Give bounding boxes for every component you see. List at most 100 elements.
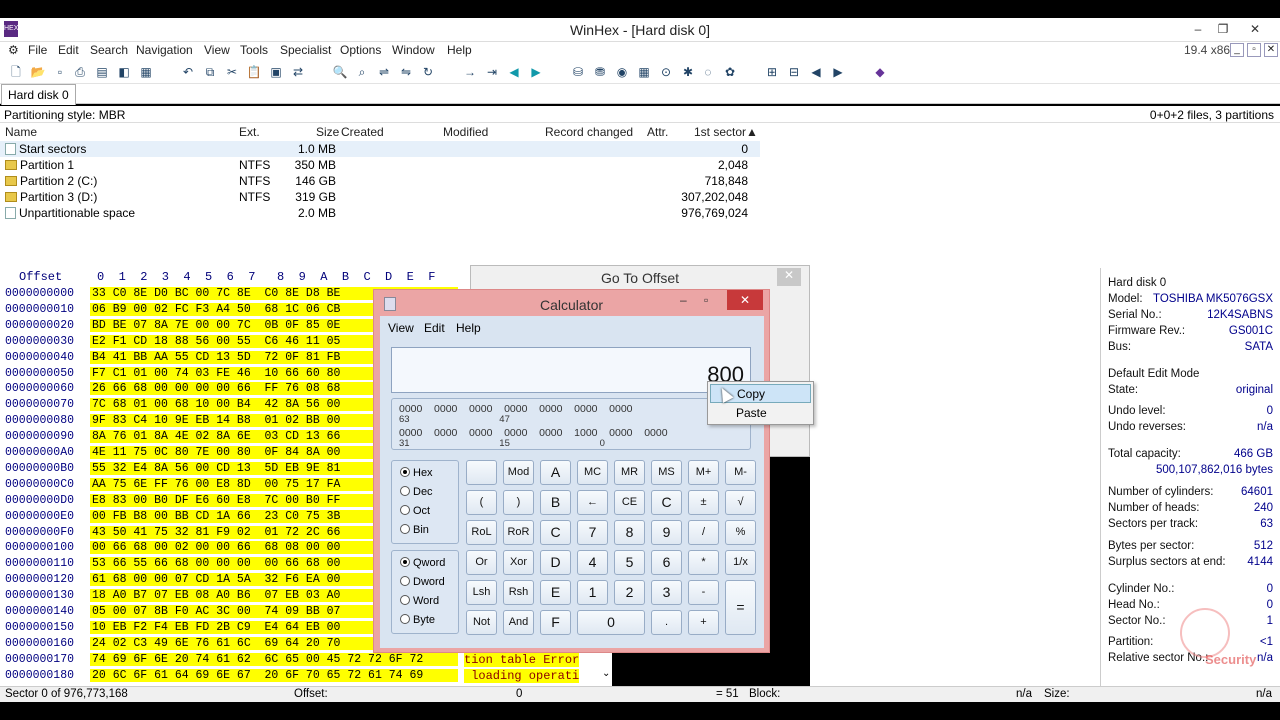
key-not[interactable]: Not [466,610,497,635]
radio-word[interactable]: Word [400,595,439,607]
key-and[interactable]: And [503,610,534,635]
key-sym17[interactable]: √ [725,490,756,515]
mdi-close-button[interactable]: ✕ [1264,43,1278,57]
menu-tools[interactable]: Tools [240,43,268,57]
paste-icon[interactable]: 📋 [246,64,262,80]
key-sym13[interactable]: ← [577,490,608,515]
dropdown-arrow-icon[interactable]: ⌄ [602,668,610,679]
open-folder-icon[interactable]: 📂 [30,64,46,80]
key-f[interactable]: F [540,610,571,635]
list-item[interactable]: Partition 1 NTFS 350 MB 2,048 [0,157,760,173]
key-sym10[interactable]: ( [466,490,497,515]
key-sym55[interactable]: . [651,610,682,635]
menu-window[interactable]: Window [392,43,435,57]
menu-specialist[interactable]: Specialist [280,43,331,57]
key-b[interactable]: B [540,490,571,515]
menu-options[interactable]: Options [340,43,381,57]
key-6[interactable]: 6 [651,550,682,575]
key-sym56[interactable]: + [688,610,719,635]
prev-sector-icon[interactable]: ◀ [808,64,824,80]
key-c[interactable]: C [540,520,571,545]
menu-help[interactable]: Help [447,43,472,57]
hex-row[interactable]: 0000000180 20 6C 6F 61 64 69 6E 67 20 6F … [0,668,470,685]
paste-new-icon[interactable]: ▣ [268,64,284,80]
radio-hex[interactable]: Hex [400,467,433,479]
key-3[interactable]: 3 [651,580,682,605]
plugin-icon[interactable]: ✿ [722,64,738,80]
radio-dec[interactable]: Dec [400,486,433,498]
hash-icon[interactable]: ✱ [680,64,696,80]
key-sym27[interactable]: % [725,520,756,545]
save-icon[interactable]: ▫ [52,64,68,80]
key-c[interactable]: C [651,490,682,515]
menu-icon[interactable]: ⚙ [8,43,19,57]
find-hex-icon[interactable]: ⌕ [354,64,370,80]
key-1x[interactable]: 1/x [725,550,756,575]
goto-offset-icon[interactable]: → [462,64,478,80]
key-blank[interactable] [466,460,497,485]
menu-file[interactable]: File [28,43,47,57]
maximize-button[interactable]: ❐ [1213,20,1233,38]
key-a[interactable]: A [540,460,571,485]
calc-menu-edit[interactable]: Edit [424,321,445,335]
key-4[interactable]: 4 [577,550,608,575]
view-text-icon[interactable]: ⊟ [786,64,802,80]
menu-edit[interactable]: Edit [58,43,79,57]
print-icon[interactable]: ⎙ [72,64,88,80]
key-7[interactable]: 7 [577,520,608,545]
list-item[interactable]: Partition 2 (C:) NTFS 146 GB 718,848 [0,173,760,189]
key-sym46[interactable]: - [688,580,719,605]
goto-sector-icon[interactable]: ⇥ [484,64,500,80]
key-m[interactable]: M+ [688,460,719,485]
menu-navigation[interactable]: Navigation [136,43,193,57]
calc-minimize-button[interactable]: – [680,293,687,307]
undo-icon[interactable]: ↶ [180,64,196,80]
col-first-sector[interactable]: 1st sector▲ [694,125,758,139]
disk-image-icon[interactable]: ◉ [614,64,630,80]
disk-tools-icon[interactable]: ⛁ [570,64,586,80]
key-m[interactable]: M- [725,460,756,485]
key-ror[interactable]: RoR [503,520,534,545]
radio-oct[interactable]: Oct [400,505,430,517]
key-1[interactable]: 1 [577,580,608,605]
find-again-icon[interactable]: ↻ [420,64,436,80]
col-attr[interactable]: Attr. [647,125,668,139]
calc-menu-help[interactable]: Help [456,321,481,335]
key-rsh[interactable]: Rsh [503,580,534,605]
next-sector-icon[interactable]: ▶ [830,64,846,80]
forward-icon[interactable]: ▶ [528,64,544,80]
key-2[interactable]: 2 [614,580,645,605]
menu-view[interactable]: View [204,43,230,57]
key-mc[interactable]: MC [577,460,608,485]
mdi-minimize-button[interactable]: _ [1230,43,1244,57]
key-sym11[interactable]: ) [503,490,534,515]
key-sym16[interactable]: ± [688,490,719,515]
col-record-changed[interactable]: Record changed [545,125,633,139]
key-0[interactable]: 0 [577,610,645,635]
help-book-icon[interactable]: ◆ [872,64,888,80]
hex-row[interactable]: 0000000170 74 69 6F 6E 20 74 61 62 6C 65 … [0,652,470,669]
key-5[interactable]: 5 [614,550,645,575]
col-name[interactable]: Name [5,125,37,139]
menu-search[interactable]: Search [90,43,128,57]
properties-icon[interactable]: ▤ [94,64,110,80]
calc-maximize-button[interactable]: ▫ [704,293,708,307]
col-ext[interactable]: Ext. [239,125,260,139]
wipe-icon[interactable]: ◌ [700,64,716,80]
calc-display[interactable]: 800 [391,347,751,393]
col-modified[interactable]: Modified [443,125,488,139]
key-ce[interactable]: CE [614,490,645,515]
cut-icon[interactable]: ✂ [224,64,240,80]
radio-bin[interactable]: Bin [400,524,429,536]
list-item[interactable]: Partition 3 (D:) NTFS 319 GB 307,202,048 [0,189,760,205]
radio-qword[interactable]: Qword [400,557,445,569]
key-rol[interactable]: RoL [466,520,497,545]
key-mod[interactable]: Mod [503,460,534,485]
new-file-icon[interactable]: 🗋 [8,64,24,80]
close-button[interactable]: ✕ [1245,20,1265,38]
replace-text-icon[interactable]: ⇌ [376,64,392,80]
key-sym36[interactable]: * [688,550,719,575]
key-9[interactable]: 9 [651,520,682,545]
mdi-restore-button[interactable]: ▫ [1247,43,1261,57]
convert-icon[interactable]: ⇄ [290,64,306,80]
